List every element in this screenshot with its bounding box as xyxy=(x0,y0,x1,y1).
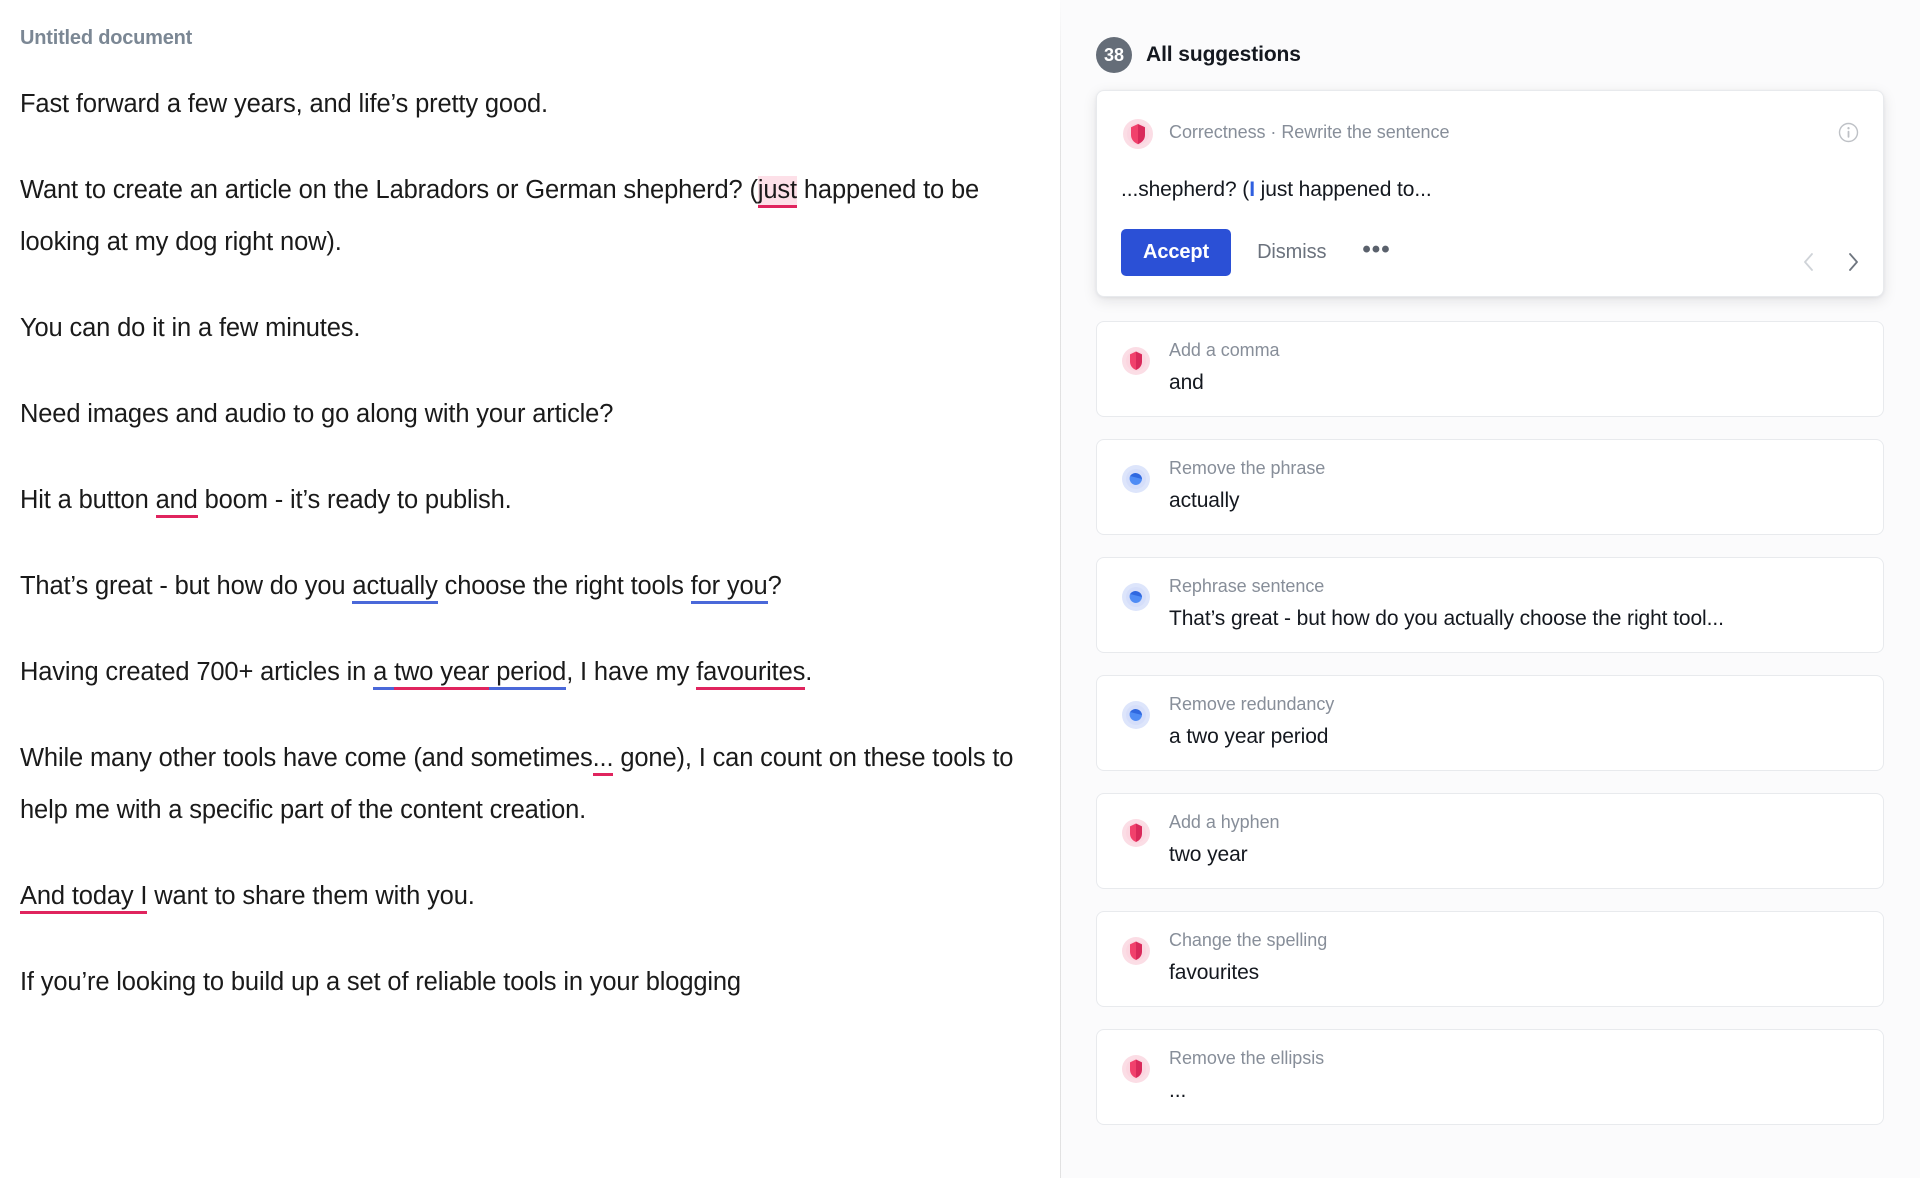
suggestion-card-value: a two year period xyxy=(1169,725,1329,749)
suggestion-card[interactable]: Change the spelling favourites xyxy=(1096,911,1884,1008)
suggestions-pane: 38 All suggestions Correctness · Rewrite xyxy=(1060,0,1920,1178)
card-navigation xyxy=(1801,250,1861,274)
document-editor-pane[interactable]: Untitled document Fast forward a few yea… xyxy=(0,0,1060,1178)
suggestion-card-body: Rephrase sentence That’s great - but how … xyxy=(1169,576,1861,631)
text-run: choose the right tools xyxy=(437,572,691,600)
chevron-right-icon[interactable] xyxy=(1845,250,1861,274)
more-options-button[interactable]: ••• xyxy=(1352,232,1400,274)
document-body[interactable]: Fast forward a few years, and life’s pre… xyxy=(20,78,1020,1008)
suggestion-card-title: Remove the ellipsis xyxy=(1169,1048,1325,1069)
text-run: . xyxy=(805,658,813,686)
active-card-preview: ...shepherd? (I just happened to... xyxy=(1121,176,1859,203)
active-card-actions: Accept Dismiss ••• xyxy=(1121,229,1859,277)
pane-divider xyxy=(1060,0,1061,1178)
document-paragraph[interactable]: You can do it in a few minutes. xyxy=(20,302,1020,354)
document-paragraph[interactable]: If you’re looking to build up a set of r… xyxy=(20,956,1020,1008)
correctness-shield-icon xyxy=(1119,1052,1153,1086)
document-paragraph[interactable]: Want to create an article on the Labrado… xyxy=(20,164,1020,268)
suggestion-card-value: favourites xyxy=(1169,961,1260,985)
text-run: That’s great - but how do you xyxy=(20,572,353,600)
suggestion-card[interactable]: Add a hyphen two year xyxy=(1096,793,1884,890)
document-paragraph[interactable]: That’s great - but how do you actually c… xyxy=(20,560,1020,612)
suggestion-mark-red[interactable]: two year xyxy=(394,658,489,690)
suggestion-mark-red-highlight[interactable]: just xyxy=(757,176,797,208)
suggestion-mark-red[interactable]: ... xyxy=(592,744,614,776)
document-paragraph[interactable]: Hit a button and boom - it’s ready to pu… xyxy=(20,474,1020,526)
suggestion-card-title: Rephrase sentence xyxy=(1169,576,1325,597)
suggestion-mark-blue[interactable]: period xyxy=(489,658,566,690)
text-run: , I have my xyxy=(566,658,697,686)
suggestions-header-title: All suggestions xyxy=(1146,43,1301,66)
clarity-drop-icon xyxy=(1119,580,1153,614)
grammar-checker-app: Untitled document Fast forward a few yea… xyxy=(0,0,1920,1178)
clarity-drop-icon xyxy=(1119,462,1153,496)
info-icon[interactable] xyxy=(1838,122,1859,143)
chevron-left-icon[interactable] xyxy=(1801,250,1817,274)
text-run: If you’re looking to build up a set of r… xyxy=(20,968,741,996)
text-run: Want to create an article on the Labrado… xyxy=(20,176,758,204)
suggestion-mark-red[interactable]: favourites xyxy=(696,658,805,690)
suggestion-card-body: Change the spelling favourites xyxy=(1169,930,1861,985)
document-paragraph[interactable]: While many other tools have come (and so… xyxy=(20,732,1020,836)
suggestion-mark-red[interactable]: And today I xyxy=(20,882,148,914)
text-run: Having created 700+ articles in xyxy=(20,658,374,686)
text-run: Fast forward a few years, and life’s pre… xyxy=(20,90,548,118)
document-paragraph[interactable]: Need images and audio to go along with y… xyxy=(20,388,1020,440)
text-run: You can do it in a few minutes. xyxy=(20,314,361,342)
active-card-category: Correctness · Rewrite the sentence xyxy=(1169,121,1450,142)
correctness-shield-icon xyxy=(1119,934,1153,968)
suggestion-card[interactable]: Remove the phrase actually xyxy=(1096,439,1884,536)
suggestion-card[interactable]: Remove redundancy a two year period xyxy=(1096,675,1884,772)
text-run: boom - it’s ready to publish. xyxy=(197,486,512,514)
suggestion-card-title: Change the spelling xyxy=(1169,930,1328,951)
suggestion-card-body: Remove the ellipsis... xyxy=(1169,1048,1861,1103)
suggestion-card-title: Add a hyphen xyxy=(1169,812,1280,833)
preview-suffix: just happened to... xyxy=(1254,178,1432,201)
suggestion-card-value: two year xyxy=(1169,843,1248,867)
correctness-shield-icon xyxy=(1119,344,1153,378)
suggestion-card-title: Add a comma xyxy=(1169,340,1280,361)
suggestions-count-badge: 38 xyxy=(1096,37,1132,73)
correctness-shield-icon xyxy=(1119,816,1153,850)
active-card-header: Correctness · Rewrite the sentence xyxy=(1121,113,1859,151)
dismiss-button[interactable]: Dismiss xyxy=(1249,231,1334,274)
text-run: Need images and audio to go along with y… xyxy=(20,400,614,428)
suggestion-card-body: Add a hyphen two year xyxy=(1169,812,1861,867)
suggestion-mark-blue[interactable]: for you xyxy=(690,572,768,604)
suggestion-card[interactable]: Add a comma and xyxy=(1096,321,1884,418)
suggestions-header: 38 All suggestions xyxy=(1060,0,1920,74)
suggestion-mark-red[interactable]: and xyxy=(155,486,198,518)
suggestion-card-body: Remove redundancy a two year period xyxy=(1169,694,1861,749)
suggestion-card-value: That’s great - but how do you actually c… xyxy=(1169,607,1724,631)
active-suggestion-card[interactable]: Correctness · Rewrite the sentence ...sh… xyxy=(1096,90,1884,298)
correctness-shield-icon xyxy=(1121,117,1155,151)
document-paragraph[interactable]: Fast forward a few years, and life’s pre… xyxy=(20,78,1020,130)
document-paragraph[interactable]: And today I want to share them with you. xyxy=(20,870,1020,922)
document-paragraph[interactable]: Having created 700+ articles in a two ye… xyxy=(20,646,1020,698)
suggestion-card-value: actually xyxy=(1169,489,1240,513)
document-title[interactable]: Untitled document xyxy=(20,26,1020,50)
suggestion-mark-blue[interactable]: a xyxy=(373,658,395,690)
collapsed-card-container: Add a comma and Remove the phrase actually R… xyxy=(1096,321,1884,1126)
suggestion-card[interactable]: Rephrase sentence That’s great - but how … xyxy=(1096,557,1884,654)
suggestion-card-value: ... xyxy=(1169,1079,1187,1103)
text-run: ? xyxy=(767,572,782,600)
suggestion-mark-blue[interactable]: actually xyxy=(352,572,438,604)
suggestion-card-value: and xyxy=(1169,371,1204,395)
suggestion-card-list: Correctness · Rewrite the sentence ...sh… xyxy=(1060,74,1920,1126)
document-bottom-fade xyxy=(0,1148,1060,1178)
suggestion-card-body: Remove the phrase actually xyxy=(1169,458,1861,513)
text-run: want to share them with you. xyxy=(147,882,475,910)
accept-button[interactable]: Accept xyxy=(1121,229,1232,277)
suggestion-card-body: Add a comma and xyxy=(1169,340,1861,395)
suggestion-card[interactable]: Remove the ellipsis... xyxy=(1096,1029,1884,1126)
text-run: While many other tools have come (and so… xyxy=(20,744,593,772)
preview-prefix: ...shepherd? ( xyxy=(1121,178,1250,201)
suggestion-card-title: Remove the phrase xyxy=(1169,458,1326,479)
clarity-drop-icon xyxy=(1119,698,1153,732)
text-run: Hit a button xyxy=(20,486,156,514)
suggestion-card-title: Remove redundancy xyxy=(1169,694,1335,715)
